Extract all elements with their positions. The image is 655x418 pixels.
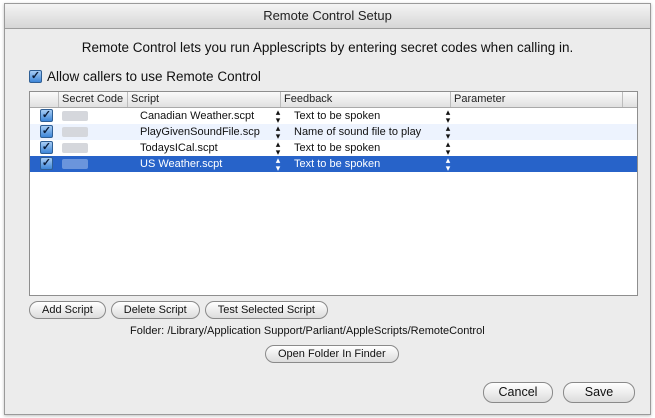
checkbox-checked-icon[interactable]: ✓ [29,69,42,83]
checkbox-checked-icon[interactable]: ✓ [40,109,53,122]
table-row[interactable]: ✓ TodaysICal.scpt ▴ ▾ Text to be spoken ▴… [30,140,637,157]
column-header-spacer [622,92,637,107]
window-title: Remote Control Setup [5,4,650,29]
table-actions: Add Script Delete Script Test Selected S… [29,301,328,319]
column-header-enabled[interactable] [30,92,58,107]
popup-stepper-icon[interactable]: ▴ ▾ [274,108,282,125]
save-button[interactable]: Save [563,382,635,403]
folder-label: Folder: [130,325,165,337]
popup-stepper-icon[interactable]: ▴ ▾ [444,124,452,141]
table-row[interactable]: ✓ Canadian Weather.scpt ▴ ▾ Text to be sp… [30,108,637,125]
script-cell: US Weather.scpt [140,158,223,170]
checkbox-checked-icon[interactable]: ✓ [40,125,53,138]
script-cell: TodaysICal.scpt [140,142,218,154]
popup-stepper-icon[interactable]: ▴ ▾ [444,108,452,125]
scripts-table: Secret Code Script Feedback Parameter ✓ … [29,91,638,296]
script-cell: PlayGivenSoundFile.scp [140,126,260,138]
allow-remote-control-label: Allow callers to use Remote Control [47,68,261,84]
intro-text: Remote Control lets you run Applescripts… [81,40,574,55]
column-header-feedback[interactable]: Feedback [280,92,450,107]
feedback-cell: Text to be spoken [294,110,381,122]
allow-remote-control-checkbox[interactable]: ✓ Allow callers to use Remote Control [29,67,261,85]
cancel-button[interactable]: Cancel [483,382,553,403]
column-header-script[interactable]: Script [127,92,280,107]
dialog-window: Remote Control Setup Remote Control lets… [4,3,651,415]
test-selected-script-button[interactable]: Test Selected Script [204,301,328,319]
delete-script-button[interactable]: Delete Script [110,301,200,319]
secret-code-redacted [62,159,88,169]
script-cell: Canadian Weather.scpt [140,110,255,122]
checkbox-checked-icon[interactable]: ✓ [40,157,53,170]
table-row-selected[interactable]: ✓ US Weather.scpt ▴ ▾ Text to be spoken ▴… [30,156,637,173]
folder-path: /Library/Application Support/Parliant/Ap… [167,325,485,337]
secret-code-redacted [62,143,88,153]
popup-stepper-icon[interactable]: ▴ ▾ [274,124,282,141]
table-header: Secret Code Script Feedback Parameter [30,92,637,108]
popup-stepper-icon[interactable]: ▴ ▾ [274,156,282,173]
column-header-parameter[interactable]: Parameter [450,92,622,107]
open-folder-in-finder-button[interactable]: Open Folder In Finder [265,345,399,363]
column-header-secret-code[interactable]: Secret Code [58,92,127,107]
secret-code-redacted [62,127,88,137]
table-row[interactable]: ✓ PlayGivenSoundFile.scp ▴ ▾ Name of soun… [30,124,637,141]
popup-stepper-icon[interactable]: ▴ ▾ [444,140,452,157]
feedback-cell: Text to be spoken [294,158,381,170]
feedback-cell: Name of sound file to play [294,126,422,138]
secret-code-redacted [62,111,88,121]
folder-path-text: Folder: /Library/Application Support/Par… [130,325,485,337]
feedback-cell: Text to be spoken [294,142,381,154]
add-script-button[interactable]: Add Script [29,301,106,319]
popup-stepper-icon[interactable]: ▴ ▾ [444,156,452,173]
popup-stepper-icon[interactable]: ▴ ▾ [274,140,282,157]
checkbox-checked-icon[interactable]: ✓ [40,141,53,154]
